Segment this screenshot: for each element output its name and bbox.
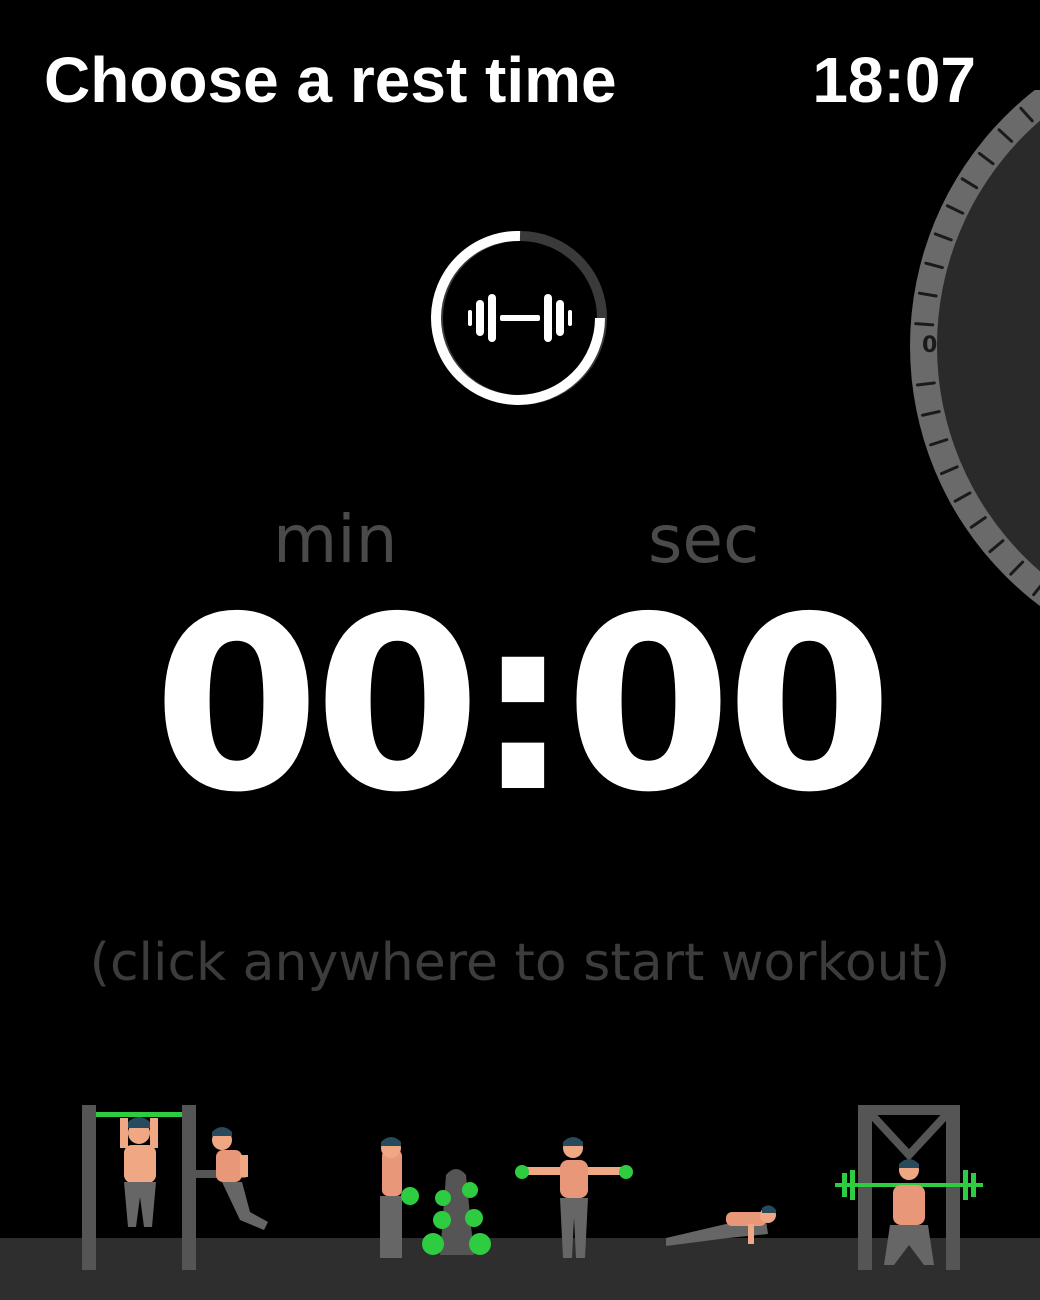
crown-value: 0	[922, 333, 937, 358]
gym-illustration	[82, 1105, 983, 1270]
start-workout-hint: (click anywhere to start workout)	[89, 933, 951, 993]
digital-crown-dial[interactable]: 0	[905, 90, 1040, 610]
rest-time-screen[interactable]: Choose a rest time 18:07 0 min sec 00:00…	[0, 0, 1040, 1300]
pushup-illustration	[666, 1205, 776, 1246]
rest-timer-value[interactable]: 00:00	[0, 585, 1040, 825]
lateral-raise-illustration	[515, 1137, 633, 1258]
workout-progress-icon[interactable]	[430, 230, 610, 410]
crown-tick	[915, 381, 936, 387]
dumbbell-icon	[468, 294, 572, 342]
dumbbell-rack-illustration	[380, 1137, 491, 1258]
pullup-station-illustration	[82, 1105, 268, 1270]
squat-rack-illustration	[835, 1105, 983, 1270]
crown-tick	[914, 322, 935, 327]
page-title: Choose a rest time	[44, 44, 617, 116]
